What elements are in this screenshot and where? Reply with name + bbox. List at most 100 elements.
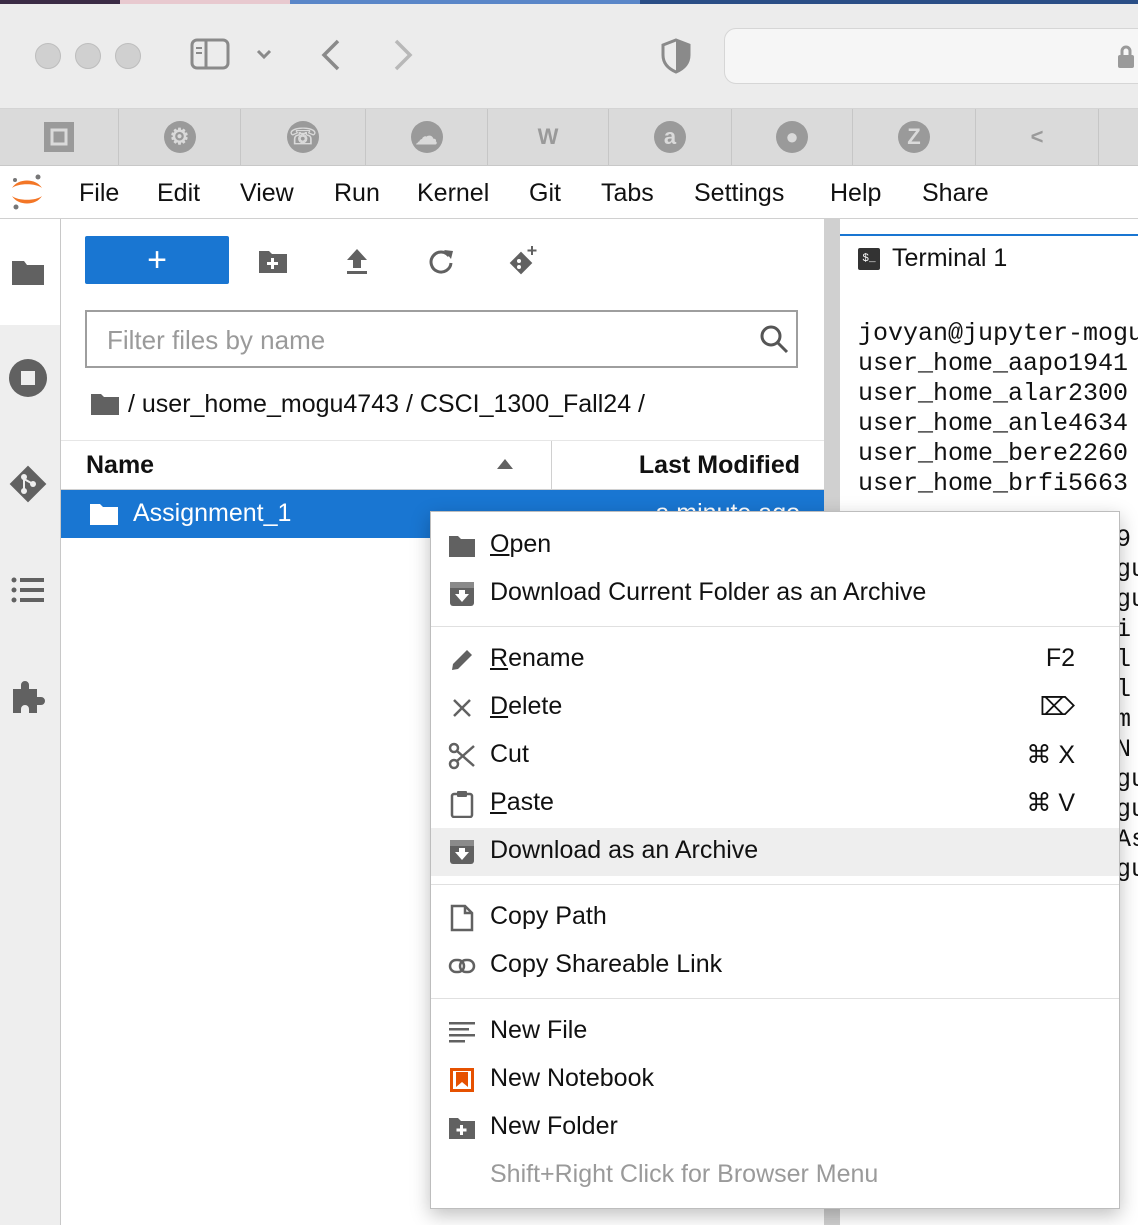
git-icon[interactable]: [8, 464, 48, 504]
menu-footer-hint: Shift+Right Click for Browser Menu: [431, 1152, 1119, 1200]
bookmark-item[interactable]: ●: [732, 109, 853, 165]
menu-share[interactable]: Share: [922, 166, 989, 218]
minimize-window-button[interactable]: [75, 43, 101, 69]
cloud-icon: ☁: [410, 121, 443, 153]
terminal-line: user_home_alar2300: [858, 379, 1129, 408]
menu-item-label: Download Current Folder as an Archive: [490, 578, 926, 607]
link-icon: [447, 951, 477, 981]
new-folder-icon[interactable]: [256, 244, 290, 278]
browser-tab-strip: [0, 0, 1138, 4]
terminal-line: user_home_aapo1941: [858, 349, 1129, 378]
git-clone-icon[interactable]: [506, 244, 540, 278]
menu-item-shortcut: F2: [1045, 644, 1075, 672]
download-icon: [447, 837, 477, 867]
terminal-line: user_home_anle4634: [858, 409, 1129, 438]
menu-item-new-folder[interactable]: New Folder: [431, 1104, 1119, 1152]
column-divider[interactable]: [551, 441, 552, 489]
clipboard-icon: [447, 789, 477, 819]
terminal-line: user_home_bere2260: [858, 439, 1129, 468]
menu-item-new-file[interactable]: New File: [431, 1008, 1119, 1056]
folder-icon[interactable]: [8, 252, 48, 292]
jupyter-menubar: File Edit View Run Kernel Git Tabs Setti…: [0, 166, 1138, 219]
menu-item-copy-path[interactable]: Copy Path: [431, 894, 1119, 942]
bookmark-item[interactable]: [0, 109, 119, 165]
menu-view[interactable]: View: [240, 166, 294, 218]
menu-tabs[interactable]: Tabs: [601, 166, 654, 218]
refresh-icon[interactable]: [424, 244, 458, 278]
menu-separator: [431, 626, 1119, 627]
menu-help[interactable]: Help: [830, 166, 881, 218]
menu-item-download-as-an-archive[interactable]: Download as an Archive: [431, 828, 1119, 876]
menu-item-label: Cut: [490, 740, 529, 769]
label-text: Copy Path: [490, 902, 607, 930]
menu-item-cut[interactable]: Cut ⌘ X: [431, 732, 1119, 780]
search-icon[interactable]: [759, 324, 789, 354]
amazon-icon: a: [654, 121, 686, 153]
bookmarks-bar: ⚙ ☏ ☁ W a ● Z <: [0, 109, 1138, 166]
bookmark-item[interactable]: <: [976, 109, 1099, 165]
menu-item-label: New File: [490, 1016, 587, 1045]
address-bar[interactable]: [724, 28, 1138, 84]
menu-item-delete[interactable]: Delete ⌦: [431, 684, 1119, 732]
menu-item-label: Rename: [490, 644, 585, 673]
menu-run[interactable]: Run: [334, 166, 380, 218]
extension-puzzle-icon[interactable]: [8, 676, 48, 716]
menu-edit[interactable]: Edit: [157, 166, 200, 218]
label-text: aste: [506, 788, 554, 816]
filter-files-input[interactable]: [105, 324, 729, 357]
menu-item-download-current-folder-as-an-archive[interactable]: Download Current Folder as an Archive: [431, 570, 1119, 618]
bookmark-item[interactable]: a: [609, 109, 732, 165]
running-sessions-icon[interactable]: [8, 358, 48, 398]
bookmark-item[interactable]: ☏: [241, 109, 366, 165]
pencil-icon: [447, 645, 477, 675]
tab-terminal-1[interactable]: $_ Terminal 1: [840, 234, 1138, 299]
chevron-down-icon[interactable]: [254, 44, 274, 64]
menu-item-new-notebook[interactable]: New Notebook: [431, 1056, 1119, 1104]
sidebar-toggle-icon[interactable]: [190, 38, 230, 70]
bookmark-item[interactable]: ☁: [366, 109, 488, 165]
file-name: Assignment_1: [133, 499, 292, 527]
menu-item-copy-shareable-link[interactable]: Copy Shareable Link: [431, 942, 1119, 990]
w-logo-icon: W: [537, 124, 559, 149]
download-icon: [447, 579, 477, 609]
footer-hint-text: Shift+Right Click for Browser Menu: [490, 1160, 879, 1188]
shield-icon[interactable]: [660, 38, 692, 74]
menu-item-open[interactable]: Open: [431, 522, 1119, 570]
github-icon: ●: [776, 121, 808, 153]
menu-kernel[interactable]: Kernel: [417, 166, 489, 218]
close-window-button[interactable]: [35, 43, 61, 69]
folder-icon: [89, 502, 119, 526]
sort-ascending-icon[interactable]: [495, 457, 515, 471]
menu-settings[interactable]: Settings: [694, 166, 784, 218]
file-list-header: Name Last Modified: [61, 440, 824, 490]
column-modified-header[interactable]: Last Modified: [639, 451, 800, 480]
label-text: New Folder: [490, 1112, 618, 1140]
upload-icon[interactable]: [340, 244, 374, 278]
bookmark-item[interactable]: W: [488, 109, 609, 165]
zoom-window-button[interactable]: [115, 43, 141, 69]
label-text: Download Current Folder as an Archive: [490, 578, 927, 606]
breadcrumb-path[interactable]: / user_home_mogu4743 / CSCI_1300_Fall24 …: [128, 390, 645, 419]
mnemonic-letter: D: [490, 692, 509, 720]
bookmark-item[interactable]: ⚙: [119, 109, 241, 165]
label-text: elete: [508, 692, 563, 720]
forward-arrow-icon[interactable]: [390, 38, 416, 72]
column-name-header[interactable]: Name: [86, 451, 154, 480]
menu-item-label: New Notebook: [490, 1064, 654, 1093]
menu-git[interactable]: Git: [529, 166, 561, 218]
menu-file[interactable]: File: [79, 166, 119, 218]
table-of-contents-icon[interactable]: [8, 570, 48, 610]
terminal-line: jovyan@jupyter-mogu: [858, 319, 1138, 348]
bookmark-item[interactable]: Z: [853, 109, 976, 165]
label-text: Download as an Archive: [490, 836, 759, 864]
zoom-icon: Z: [898, 121, 930, 153]
menu-item-label: Delete: [490, 692, 562, 721]
notebook-icon: [447, 1065, 477, 1095]
folder-icon[interactable]: [90, 392, 120, 416]
menu-item-paste[interactable]: Paste ⌘ V: [431, 780, 1119, 828]
menu-separator: [431, 998, 1119, 999]
menu-item-rename[interactable]: Rename F2: [431, 636, 1119, 684]
back-arrow-icon[interactable]: [318, 38, 344, 72]
new-launcher-button[interactable]: +: [85, 236, 229, 284]
scissors-icon: [447, 741, 477, 771]
